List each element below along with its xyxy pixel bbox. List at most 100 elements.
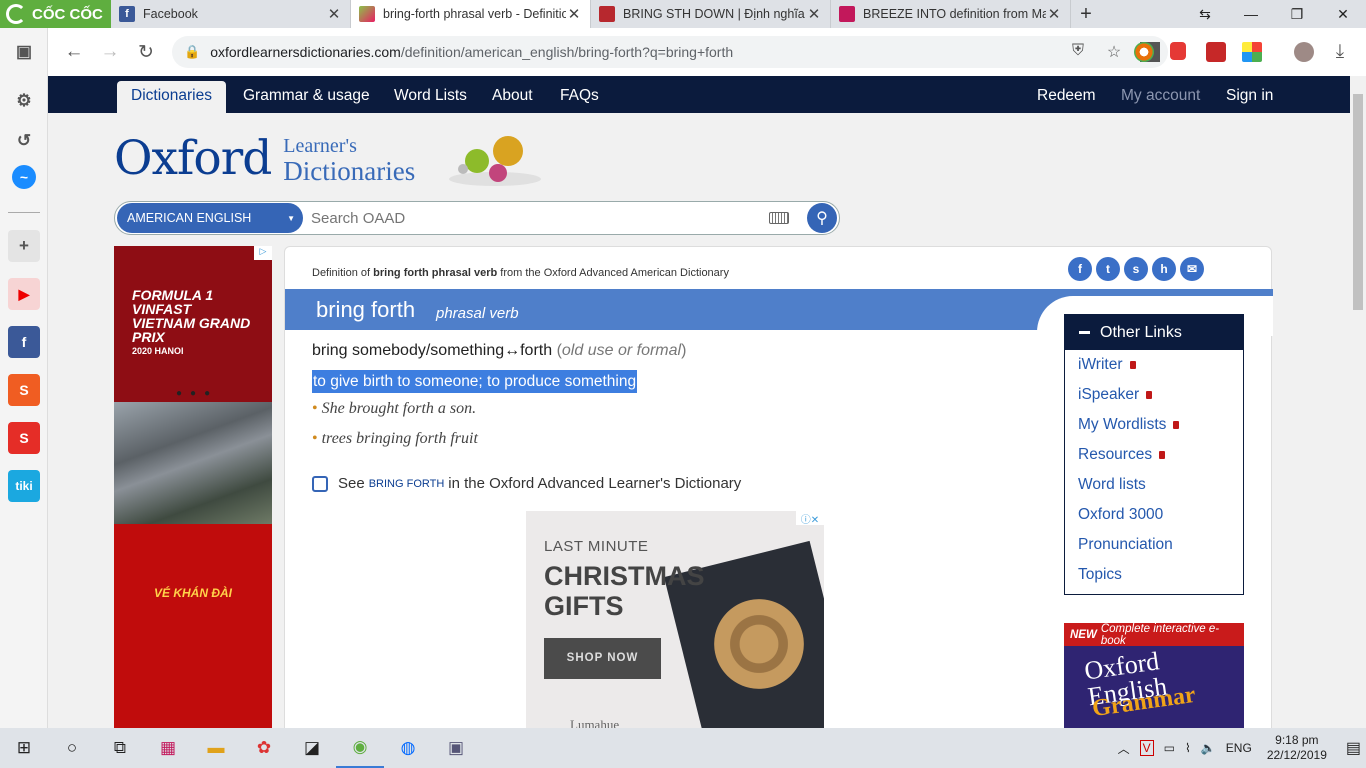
- link-ispeaker[interactable]: iSpeaker: [1078, 386, 1153, 404]
- twitter-share-icon[interactable]: t: [1096, 257, 1120, 281]
- history-icon[interactable]: ↺: [8, 125, 40, 157]
- link-resources[interactable]: Resources: [1078, 446, 1166, 464]
- windows-start-icon[interactable]: ⊞: [0, 728, 48, 768]
- star-icon[interactable]: ☆: [1096, 42, 1132, 62]
- delicious-share-icon[interactable]: h: [1152, 257, 1176, 281]
- close-icon[interactable]: ✕: [806, 5, 822, 23]
- sticky-notes-icon[interactable]: ◪: [288, 728, 336, 768]
- browser-brand[interactable]: CỐC CỐC: [0, 0, 111, 28]
- wifi-icon[interactable]: ⌇: [1185, 741, 1191, 755]
- forward-button[interactable]: →: [92, 34, 128, 70]
- tab-title: BRING STH DOWN | Định nghĩa tro: [623, 7, 806, 21]
- tiki-icon[interactable]: tiki: [8, 470, 40, 502]
- adchoices-icon[interactable]: ▷: [254, 246, 272, 260]
- stumbleupon-share-icon[interactable]: s: [1124, 257, 1148, 281]
- youtube-icon[interactable]: ▶: [8, 278, 40, 310]
- close-window-button[interactable]: ✕: [1320, 0, 1366, 28]
- nav-faqs[interactable]: FAQs: [546, 76, 613, 113]
- page-scrollbar[interactable]: [1350, 76, 1366, 728]
- see-also-link[interactable]: See BRING FORTH in the Oxford Advanced Lea…: [312, 475, 741, 492]
- link-iwriter[interactable]: iWriter: [1078, 356, 1136, 374]
- shop-now-button[interactable]: SHOP NOW: [544, 638, 661, 679]
- volume-icon[interactable]: 🔈: [1201, 741, 1216, 755]
- scrollbar-thumb[interactable]: [1353, 94, 1363, 310]
- keyboard-icon[interactable]: [769, 212, 789, 224]
- shield-icon[interactable]: ⛨: [1060, 42, 1096, 62]
- oxford-logo[interactable]: Oxford Learner's Dictionaries: [114, 131, 415, 186]
- profile-avatar[interactable]: [1294, 42, 1314, 62]
- grammar-ebook-ad[interactable]: NEW Complete interactive e-book Oxford Eng…: [1064, 623, 1244, 728]
- app-pinned-icon[interactable]: ▦: [144, 728, 192, 768]
- settings-icon[interactable]: ⚙: [8, 85, 40, 117]
- nav-grammar[interactable]: Grammar & usage: [229, 76, 384, 113]
- tab-facebook[interactable]: f Facebook ✕: [111, 0, 351, 28]
- language-indicator[interactable]: ENG: [1226, 741, 1252, 755]
- minimize-button[interactable]: —: [1228, 0, 1274, 28]
- unikey-icon[interactable]: V: [1139, 740, 1154, 756]
- new-tab-button[interactable]: +: [1071, 0, 1101, 28]
- link-pronunciation[interactable]: Pronunciation: [1078, 536, 1173, 554]
- reload-button[interactable]: ↻: [128, 34, 164, 70]
- see-word[interactable]: BRING FORTH: [369, 478, 445, 490]
- add-icon[interactable]: +: [8, 230, 40, 262]
- share-icons: f t s h ✉: [1068, 257, 1208, 281]
- maximize-button[interactable]: ❐: [1274, 0, 1320, 28]
- messenger-icon[interactable]: ~: [12, 165, 36, 189]
- address-bar[interactable]: 🔒 oxfordlearnersdictionaries.com/definit…: [172, 36, 1168, 68]
- tab-oxford[interactable]: bring-forth phrasal verb - Definitio ✕: [351, 0, 591, 28]
- nav-word-lists[interactable]: Word Lists: [380, 76, 481, 113]
- back-button[interactable]: ←: [56, 34, 92, 70]
- close-icon[interactable]: ✕: [1046, 5, 1062, 23]
- close-icon[interactable]: ✕: [566, 5, 582, 23]
- search-button[interactable]: ⚲: [807, 203, 837, 233]
- nav-about[interactable]: About: [478, 76, 547, 113]
- zalo-icon[interactable]: ◍: [384, 728, 432, 768]
- restore-tabs-icon[interactable]: ⇆: [1182, 0, 1228, 28]
- facebook-icon[interactable]: f: [8, 326, 40, 358]
- christmas-ad[interactable]: LAST MINUTE CHRISTMAS GIFTS SHOP NOW Luma…: [526, 511, 824, 728]
- clock[interactable]: 9:18 pm 22/12/2019: [1267, 733, 1327, 763]
- link-topics[interactable]: Topics: [1078, 566, 1122, 584]
- shopee-icon[interactable]: S: [8, 374, 40, 406]
- record-ext-icon[interactable]: [1206, 42, 1226, 62]
- cortana-search-icon[interactable]: ○: [48, 728, 96, 768]
- ad-carousel-dots[interactable]: ●●●: [176, 388, 218, 399]
- chrome-ext-icon[interactable]: [1134, 42, 1154, 62]
- adblock-ext-icon[interactable]: [1170, 42, 1186, 60]
- other-links-header[interactable]: Other Links: [1065, 315, 1243, 350]
- nav-my-account[interactable]: My account: [1107, 76, 1214, 113]
- link-label: iSpeaker: [1078, 386, 1140, 403]
- task-view-icon[interactable]: ⧉: [96, 728, 144, 768]
- notifications-icon[interactable]: ▤: [1346, 738, 1361, 758]
- close-icon[interactable]: ✕: [326, 5, 342, 23]
- logo-balls-icon: [449, 136, 541, 186]
- app-taskbar-icon[interactable]: ▣: [432, 728, 480, 768]
- tab-cambridge[interactable]: BRING STH DOWN | Định nghĩa tro ✕: [591, 0, 831, 28]
- email-share-icon[interactable]: ✉: [1180, 257, 1204, 281]
- tab-title: BREEZE INTO definition from Macr: [863, 7, 1046, 21]
- left-banner-ad[interactable]: FORMULA 1 VINFAST VIETNAM GRAND PRIX 202…: [114, 246, 272, 728]
- coccoc-taskbar-icon[interactable]: ◉: [336, 728, 384, 768]
- search-icon: ⚲: [816, 210, 828, 227]
- show-hidden-icons-icon[interactable]: ︿: [1118, 740, 1130, 757]
- battery-icon[interactable]: ▭: [1164, 741, 1175, 755]
- downloads-icon[interactable]: ⤓: [1322, 34, 1358, 70]
- paint-icon[interactable]: ✿: [240, 728, 288, 768]
- search-input[interactable]: [303, 209, 769, 227]
- sendo-icon[interactable]: S: [8, 422, 40, 454]
- nav-redeem[interactable]: Redeem: [1023, 76, 1110, 113]
- facebook-share-icon[interactable]: f: [1068, 257, 1092, 281]
- sidebar-toggle-icon[interactable]: ▣: [8, 36, 40, 68]
- adchoices-close-icon[interactable]: ⓘ✕: [796, 511, 824, 526]
- dictionary-select[interactable]: AMERICAN ENGLISH ▼: [117, 203, 303, 233]
- tab-macmillan[interactable]: BREEZE INTO definition from Macr ✕: [831, 0, 1071, 28]
- file-explorer-icon[interactable]: ▬: [192, 728, 240, 768]
- link-oxford-3000[interactable]: Oxford 3000: [1078, 506, 1163, 524]
- nav-sign-in[interactable]: Sign in: [1212, 76, 1287, 113]
- link-my-wordlists[interactable]: My Wordlists: [1078, 416, 1180, 434]
- browser-brand-label: CỐC CỐC: [32, 5, 103, 23]
- colorful-ext-icon[interactable]: [1242, 42, 1262, 62]
- nav-dictionaries[interactable]: Dictionaries: [117, 81, 226, 113]
- link-word-lists[interactable]: Word lists: [1078, 476, 1146, 494]
- ad-cta[interactable]: VÉ KHÁN ĐÀI: [114, 586, 272, 600]
